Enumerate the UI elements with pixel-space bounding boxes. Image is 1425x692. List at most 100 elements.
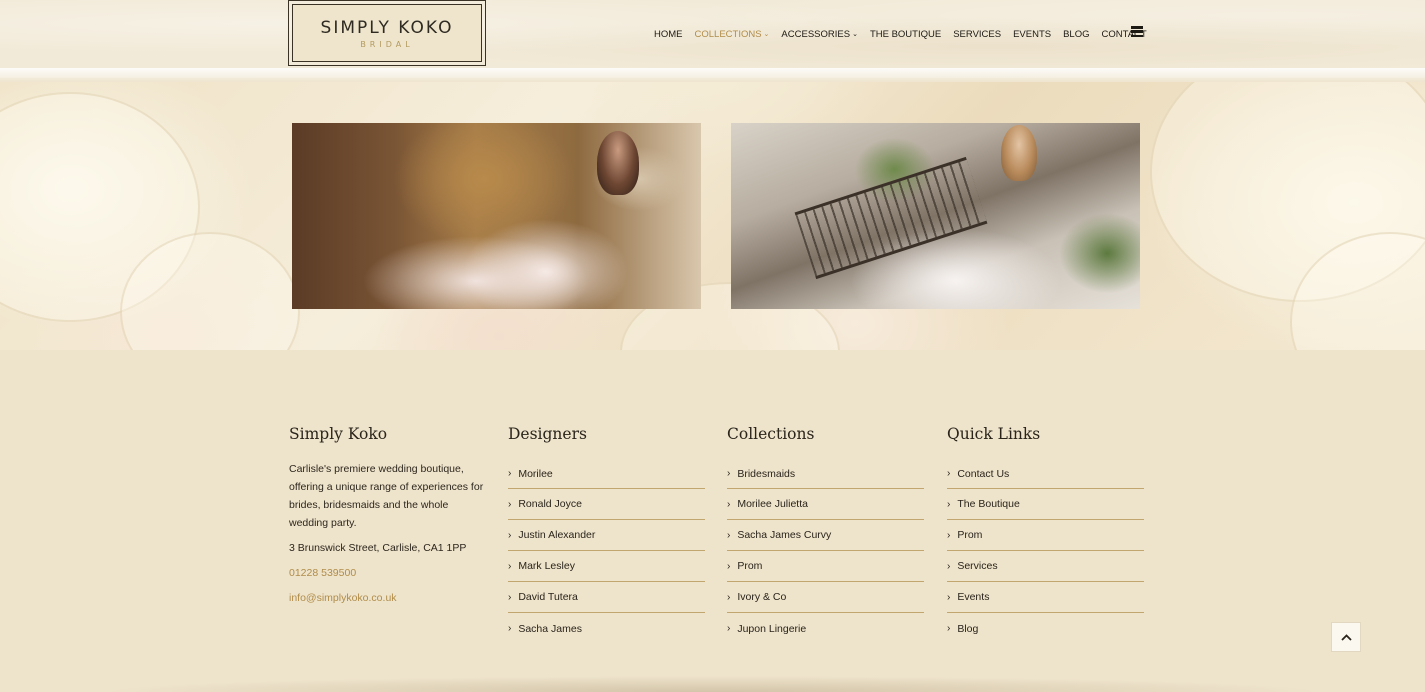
list-item[interactable]: › Sacha James Curvy <box>727 520 924 551</box>
link-label: Events <box>957 591 990 603</box>
bride-figure <box>597 131 639 195</box>
logo-main-text: SIMPLY KOKO <box>320 17 454 38</box>
bridal-photo-staircase[interactable] <box>731 123 1140 309</box>
link-label: Ivory & Co <box>737 591 787 603</box>
list-item[interactable]: › Ronald Joyce <box>508 489 705 520</box>
quick-links-list: › Contact Us › The Boutique › Prom › Service… <box>947 459 1144 644</box>
staircase-railing <box>794 156 988 280</box>
chevron-right-icon: › <box>947 623 951 634</box>
list-item[interactable]: › Prom <box>947 520 1144 551</box>
list-item[interactable]: › Contact Us <box>947 459 1144 489</box>
chevron-right-icon: › <box>727 468 731 479</box>
footer-email-link[interactable]: info@simplykoko.co.uk <box>289 589 486 607</box>
chevron-right-icon: › <box>508 468 512 479</box>
site-header: SIMPLY KOKO BRIDAL HOME COLLECTIONS ⌄ AC… <box>0 0 1425 78</box>
hamburger-bar <box>1131 26 1143 29</box>
footer-designers-title: Designers <box>508 425 587 443</box>
nav-label: HOME <box>654 28 683 40</box>
chevron-right-icon: › <box>727 498 731 510</box>
designers-list: › Morilee › Ronald Joyce › Justin Alexander… <box>508 459 705 644</box>
hamburger-bar <box>1131 34 1143 37</box>
list-item[interactable]: › The Boutique <box>947 489 1144 520</box>
collections-list: › Bridesmaids › Morilee Julietta › Sacha Ja… <box>727 459 924 644</box>
link-label: Blog <box>957 622 979 635</box>
list-item[interactable]: › Services <box>947 551 1144 582</box>
list-item[interactable]: › David Tutera <box>508 582 705 613</box>
link-label: Services <box>957 560 998 572</box>
list-item[interactable]: › Bridesmaids <box>727 459 924 489</box>
list-item[interactable]: › Prom <box>727 551 924 582</box>
list-item[interactable]: › Blog <box>947 613 1144 644</box>
bridal-photo-throne[interactable] <box>292 123 701 309</box>
link-label: Prom <box>957 529 983 541</box>
link-label: The Boutique <box>957 498 1020 510</box>
hamburger-bar <box>1131 30 1143 33</box>
chevron-right-icon: › <box>508 591 512 603</box>
link-label: Mark Lesley <box>518 560 575 572</box>
list-item[interactable]: › Mark Lesley <box>508 551 705 582</box>
chevron-right-icon: › <box>947 498 951 510</box>
footer-about-text: Carlisle's premiere wedding boutique, of… <box>289 463 484 529</box>
footer-shadow <box>100 676 1325 692</box>
list-item[interactable]: › Morilee Julietta <box>727 489 924 520</box>
footer-phone-link[interactable]: 01228 539500 <box>289 564 486 582</box>
footer-designers: Designers › Morilee › Ronald Joyce › Justin… <box>508 424 705 644</box>
chevron-right-icon: › <box>508 560 512 572</box>
link-label: Sacha James Curvy <box>737 529 832 541</box>
footer-address: 3 Brunswick Street, Carlisle, CA1 1PP <box>289 542 467 554</box>
link-label: Bridesmaids <box>737 467 796 480</box>
list-item[interactable]: › Ivory & Co <box>727 582 924 613</box>
chevron-right-icon: › <box>727 529 731 541</box>
nav-item-blog[interactable]: BLOG <box>1063 29 1089 40</box>
link-label: Jupon Lingerie <box>737 622 807 635</box>
link-label: Morilee <box>518 467 553 480</box>
footer-about-title: Simply Koko <box>289 425 388 443</box>
header-divider <box>0 68 1425 82</box>
nav-item-accessories[interactable]: ACCESSORIES ⌄ <box>781 29 858 40</box>
footer-quick-links-title: Quick Links <box>947 425 1041 443</box>
footer-quick-links: Quick Links › Contact Us › The Boutique › P… <box>947 424 1144 644</box>
nav-item-home[interactable]: HOME <box>654 29 683 40</box>
nav-label: BLOG <box>1063 28 1090 40</box>
list-item[interactable]: › Justin Alexander <box>508 520 705 551</box>
chevron-right-icon: › <box>727 560 731 572</box>
list-item[interactable]: › Events <box>947 582 1144 613</box>
link-label: Ronald Joyce <box>518 498 582 510</box>
link-label: Justin Alexander <box>518 529 596 541</box>
chevron-right-icon: › <box>508 498 512 510</box>
logo-sub-text: BRIDAL <box>360 39 414 49</box>
chevron-right-icon: › <box>947 560 951 572</box>
footer-collections-title: Collections <box>727 425 815 443</box>
nav-item-services[interactable]: SERVICES <box>953 29 1001 40</box>
list-item[interactable]: › Sacha James <box>508 613 705 644</box>
nav-item-the-boutique[interactable]: THE BOUTIQUE <box>870 29 941 40</box>
site-logo[interactable]: SIMPLY KOKO BRIDAL <box>288 0 486 66</box>
link-label: Sacha James <box>518 622 582 635</box>
footer-collections: Collections › Bridesmaids › Morilee Juliet… <box>727 424 924 644</box>
nav-label: COLLECTIONS <box>694 28 762 40</box>
nav-item-events[interactable]: EVENTS <box>1013 29 1051 40</box>
chevron-right-icon: › <box>947 591 951 603</box>
logo-frame: SIMPLY KOKO BRIDAL <box>292 4 482 62</box>
chevron-right-icon: › <box>508 623 512 634</box>
main-nav: HOME COLLECTIONS ⌄ ACCESSORIES ⌄ THE BOU… <box>654 27 1159 41</box>
hamburger-icon[interactable] <box>1131 26 1143 37</box>
link-label: David Tutera <box>518 591 578 603</box>
nav-label: SERVICES <box>953 28 1002 40</box>
link-label: Morilee Julietta <box>737 498 808 510</box>
link-label: Contact Us <box>957 467 1010 480</box>
chevron-right-icon: › <box>727 591 731 603</box>
chevron-down-icon: ⌄ <box>763 31 770 38</box>
chevron-down-icon: ⌄ <box>852 31 858 38</box>
chevron-right-icon: › <box>508 529 512 541</box>
list-item[interactable]: › Jupon Lingerie <box>727 613 924 644</box>
nav-label: EVENTS <box>1013 28 1052 40</box>
nav-label: THE BOUTIQUE <box>869 28 942 40</box>
hero-banner <box>0 82 1425 350</box>
list-item[interactable]: › Morilee <box>508 459 705 489</box>
chevron-right-icon: › <box>727 623 731 634</box>
nav-item-collections[interactable]: COLLECTIONS ⌄ <box>695 29 770 40</box>
back-to-top-button[interactable] <box>1331 622 1361 652</box>
nav-label: ACCESSORIES <box>781 28 851 40</box>
chevron-right-icon: › <box>947 529 951 541</box>
